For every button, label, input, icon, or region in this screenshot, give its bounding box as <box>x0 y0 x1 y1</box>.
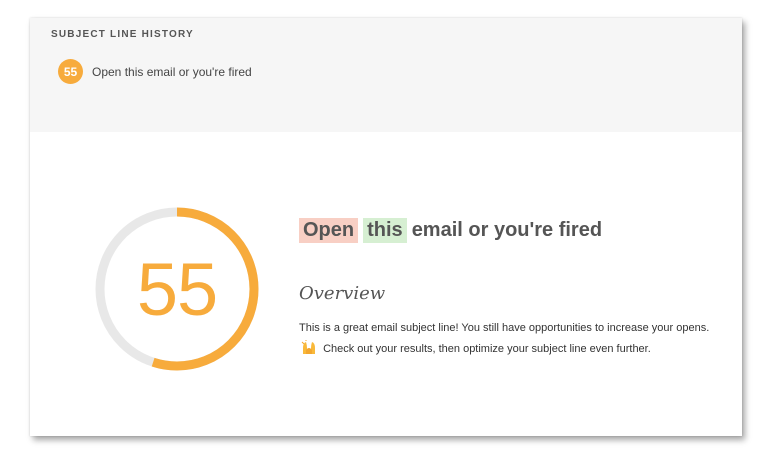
history-item[interactable]: 55 Open this email or you're fired <box>58 59 252 84</box>
history-title: SUBJECT LINE HISTORY <box>51 29 194 40</box>
score-gauge: 55 <box>94 206 260 372</box>
subject-word-negative: Open <box>299 217 359 243</box>
history-score-badge: 55 <box>58 59 83 84</box>
description-part2: Check out your results, then optimize yo… <box>323 343 651 355</box>
overview-description: This is a great email subject line! You … <box>299 318 719 363</box>
subject-line-card: SUBJECT LINE HISTORY 55 Open this email … <box>30 18 742 436</box>
subject-rest-text: email or you're fired <box>411 218 603 241</box>
subject-line-history-panel: SUBJECT LINE HISTORY 55 Open this email … <box>30 18 742 132</box>
score-value: 55 <box>136 247 218 331</box>
overview-heading: Overview <box>299 283 386 304</box>
subject-word-positive: this <box>363 217 407 243</box>
history-item-text: Open this email or you're fired <box>92 64 252 79</box>
subject-line-heading: Open this email or you're fired <box>299 216 602 244</box>
description-part1: This is a great email subject line! You … <box>299 322 710 334</box>
raised-hands-icon <box>301 340 317 363</box>
